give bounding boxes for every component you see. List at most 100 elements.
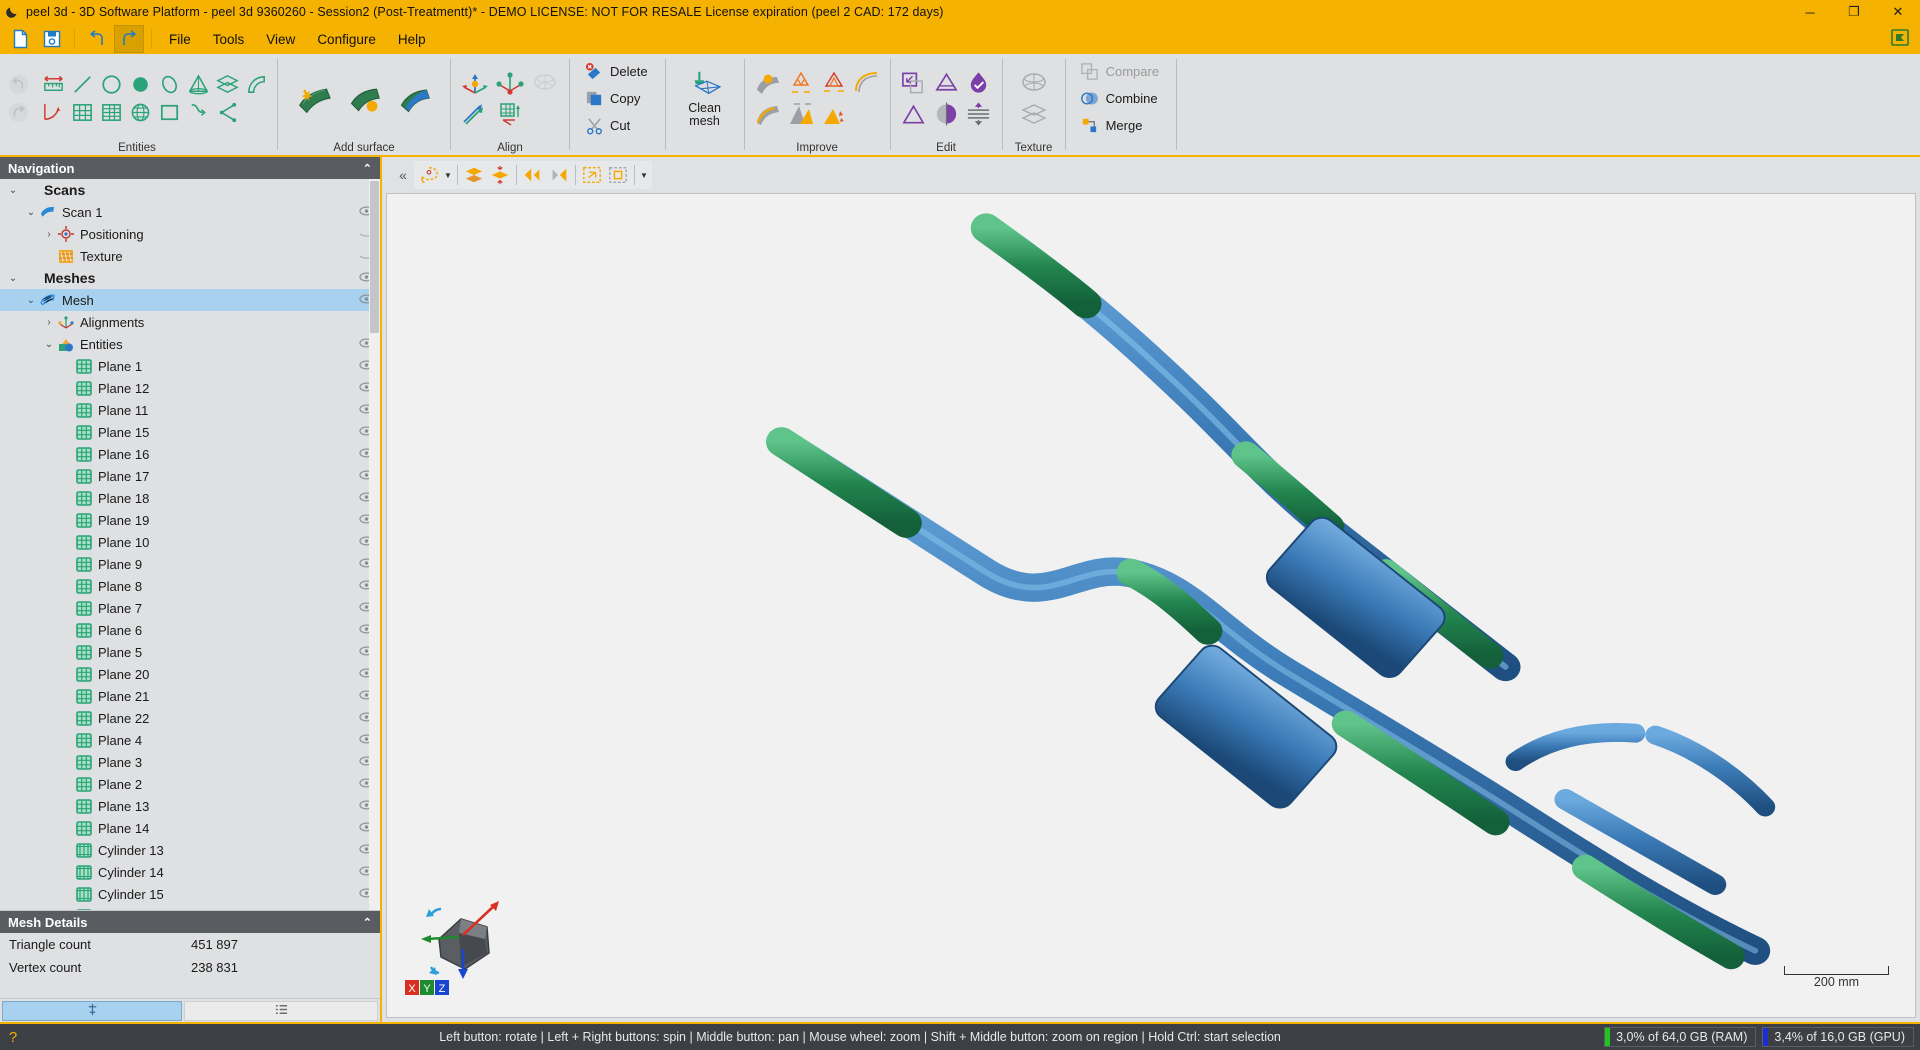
refine-icon[interactable] bbox=[818, 68, 850, 98]
flag-icon[interactable] bbox=[1889, 28, 1911, 51]
tree-item-plane-13[interactable]: Plane 13 bbox=[0, 795, 380, 817]
menu-view[interactable]: View bbox=[255, 28, 306, 51]
tree-item-positioning[interactable]: ›Positioning bbox=[0, 223, 380, 245]
tree-item-plane-15[interactable]: Plane 15 bbox=[0, 421, 380, 443]
menu-help[interactable]: Help bbox=[387, 28, 437, 51]
copy-button[interactable]: Copy bbox=[581, 85, 646, 112]
align-points-icon[interactable] bbox=[493, 68, 527, 98]
orientation-triad[interactable] bbox=[409, 877, 524, 987]
offset-icon[interactable] bbox=[898, 68, 930, 98]
menu-file[interactable]: File bbox=[158, 28, 202, 51]
best-fit-icon[interactable] bbox=[458, 99, 492, 129]
align-axes-icon[interactable] bbox=[458, 68, 492, 98]
chevron-down-icon[interactable]: ⌄ bbox=[24, 295, 38, 306]
split-icon[interactable] bbox=[931, 99, 963, 129]
tree-item-alignments[interactable]: ›Alignments bbox=[0, 311, 380, 333]
chevron-down-icon[interactable]: ⌄ bbox=[6, 185, 20, 196]
tree-item-plane-4[interactable]: Plane 4 bbox=[0, 729, 380, 751]
caret-down-icon[interactable]: ▼ bbox=[442, 171, 454, 180]
grid-align-icon[interactable] bbox=[493, 99, 527, 129]
arc-icon[interactable] bbox=[39, 99, 67, 126]
new-document-button[interactable] bbox=[5, 25, 35, 53]
chevron-down-icon[interactable]: ⌄ bbox=[24, 207, 38, 218]
cone-icon[interactable] bbox=[184, 71, 212, 98]
polyline-icon[interactable] bbox=[213, 99, 241, 126]
boundary-fill-icon[interactable] bbox=[393, 72, 435, 126]
tree-item-plane-12[interactable]: Plane 12 bbox=[0, 377, 380, 399]
fill-sharp-icon[interactable] bbox=[752, 99, 784, 129]
filled-circle-icon[interactable] bbox=[126, 71, 154, 98]
help-icon[interactable]: ? bbox=[0, 1029, 26, 1046]
texture-fill-icon[interactable] bbox=[1016, 68, 1052, 98]
tree-item-cylinder-15[interactable]: Cylinder 15 bbox=[0, 883, 380, 905]
chevron-up-icon[interactable]: ⌃ bbox=[363, 162, 372, 175]
fit-all-icon[interactable] bbox=[579, 162, 605, 188]
tree-item-plane-9[interactable]: Plane 9 bbox=[0, 553, 380, 575]
cut-button[interactable]: Cut bbox=[581, 112, 636, 139]
combine-button[interactable]: Combine bbox=[1077, 85, 1164, 112]
lasso-select-icon[interactable] bbox=[416, 162, 442, 188]
menu-tools[interactable]: Tools bbox=[202, 28, 256, 51]
tree-item-scan-1[interactable]: ⌄Scan 1 bbox=[0, 201, 380, 223]
navigation-tree[interactable]: ⌄Scans⌄Scan 1›PositioningTexture⌄Meshes⌄… bbox=[0, 179, 380, 910]
chevron-up-icon[interactable]: ⌃ bbox=[363, 916, 372, 929]
collapse-layers-icon[interactable] bbox=[487, 162, 513, 188]
tree-item-plane-20[interactable]: Plane 20 bbox=[0, 663, 380, 685]
menu-configure[interactable]: Configure bbox=[306, 28, 387, 51]
mirror-icon[interactable] bbox=[963, 99, 995, 129]
sphere-icon[interactable] bbox=[126, 99, 154, 126]
save-button[interactable] bbox=[37, 25, 67, 53]
chevron-right-icon[interactable]: › bbox=[42, 229, 56, 240]
tree-item-cylinder-14[interactable]: Cylinder 14 bbox=[0, 861, 380, 883]
layers-icon[interactable] bbox=[461, 162, 487, 188]
tree-item-plane-22[interactable]: Plane 22 bbox=[0, 707, 380, 729]
bridge-icon[interactable] bbox=[343, 72, 385, 126]
tree-item-plane-3[interactable]: Plane 3 bbox=[0, 751, 380, 773]
tree-item-plane-6[interactable]: Plane 6 bbox=[0, 619, 380, 641]
smooth-icon[interactable] bbox=[752, 68, 784, 98]
tree-scrollbar-thumb[interactable] bbox=[370, 181, 379, 333]
flip-right-icon[interactable] bbox=[546, 162, 572, 188]
tree-item-plane-1[interactable]: Plane 1 bbox=[0, 355, 380, 377]
tree-item-plane-16[interactable]: Plane 16 bbox=[0, 443, 380, 465]
chevron-right-icon[interactable]: › bbox=[42, 317, 56, 328]
triangle-down-icon[interactable] bbox=[931, 68, 963, 98]
tree-item-plane-18[interactable]: Plane 18 bbox=[0, 487, 380, 509]
close-button[interactable]: ✕ bbox=[1876, 0, 1920, 24]
caret-down-icon[interactable]: ▼ bbox=[638, 171, 650, 180]
align-surface-icon[interactable] bbox=[528, 68, 562, 98]
delete-button[interactable]: Delete bbox=[581, 58, 654, 85]
line-icon[interactable] bbox=[68, 71, 96, 98]
zoom-region-icon[interactable] bbox=[605, 162, 631, 188]
tree-item-plane-7[interactable]: Plane 7 bbox=[0, 597, 380, 619]
ellipse-icon[interactable] bbox=[155, 71, 183, 98]
texture-drop-icon[interactable] bbox=[963, 68, 995, 98]
compare-button[interactable]: Compare bbox=[1077, 58, 1165, 85]
maximize-button[interactable]: ❐ bbox=[1832, 0, 1876, 24]
redo-arrow-icon[interactable] bbox=[4, 99, 32, 126]
circle-icon[interactable] bbox=[97, 71, 125, 98]
double-chevron-left-icon[interactable]: « bbox=[392, 167, 414, 183]
triangle-icon[interactable] bbox=[898, 99, 930, 129]
flip-left-icon[interactable] bbox=[520, 162, 546, 188]
grid-icon[interactable] bbox=[68, 99, 96, 126]
table-grid-icon[interactable] bbox=[97, 99, 125, 126]
texture-stack-icon[interactable] bbox=[1016, 99, 1052, 129]
tree-item-plane-17[interactable]: Plane 17 bbox=[0, 465, 380, 487]
clean-mesh-button[interactable]: Clean mesh bbox=[679, 69, 731, 128]
tree-item-mesh[interactable]: ⌄Mesh bbox=[0, 289, 380, 311]
surface-patch-icon[interactable] bbox=[242, 71, 270, 98]
tree-item-cylinder-13[interactable]: Cylinder 13 bbox=[0, 839, 380, 861]
merge-button[interactable]: Merge bbox=[1077, 112, 1149, 139]
fill-hole-icon[interactable] bbox=[293, 72, 335, 126]
curve-icon[interactable] bbox=[184, 99, 212, 126]
properties-tab[interactable] bbox=[2, 1001, 182, 1021]
curvature-icon[interactable] bbox=[851, 68, 883, 98]
tree-item-plane-21[interactable]: Plane 21 bbox=[0, 685, 380, 707]
tree-item-plane-11[interactable]: Plane 11 bbox=[0, 399, 380, 421]
list-tab[interactable] bbox=[184, 1001, 378, 1021]
tree-item-cylinder-16[interactable]: Cylinder 16 bbox=[0, 905, 380, 910]
undo-button[interactable] bbox=[82, 25, 112, 53]
tree-item-plane-5[interactable]: Plane 5 bbox=[0, 641, 380, 663]
3d-canvas[interactable]: X Y Z 200 mm bbox=[386, 193, 1916, 1018]
